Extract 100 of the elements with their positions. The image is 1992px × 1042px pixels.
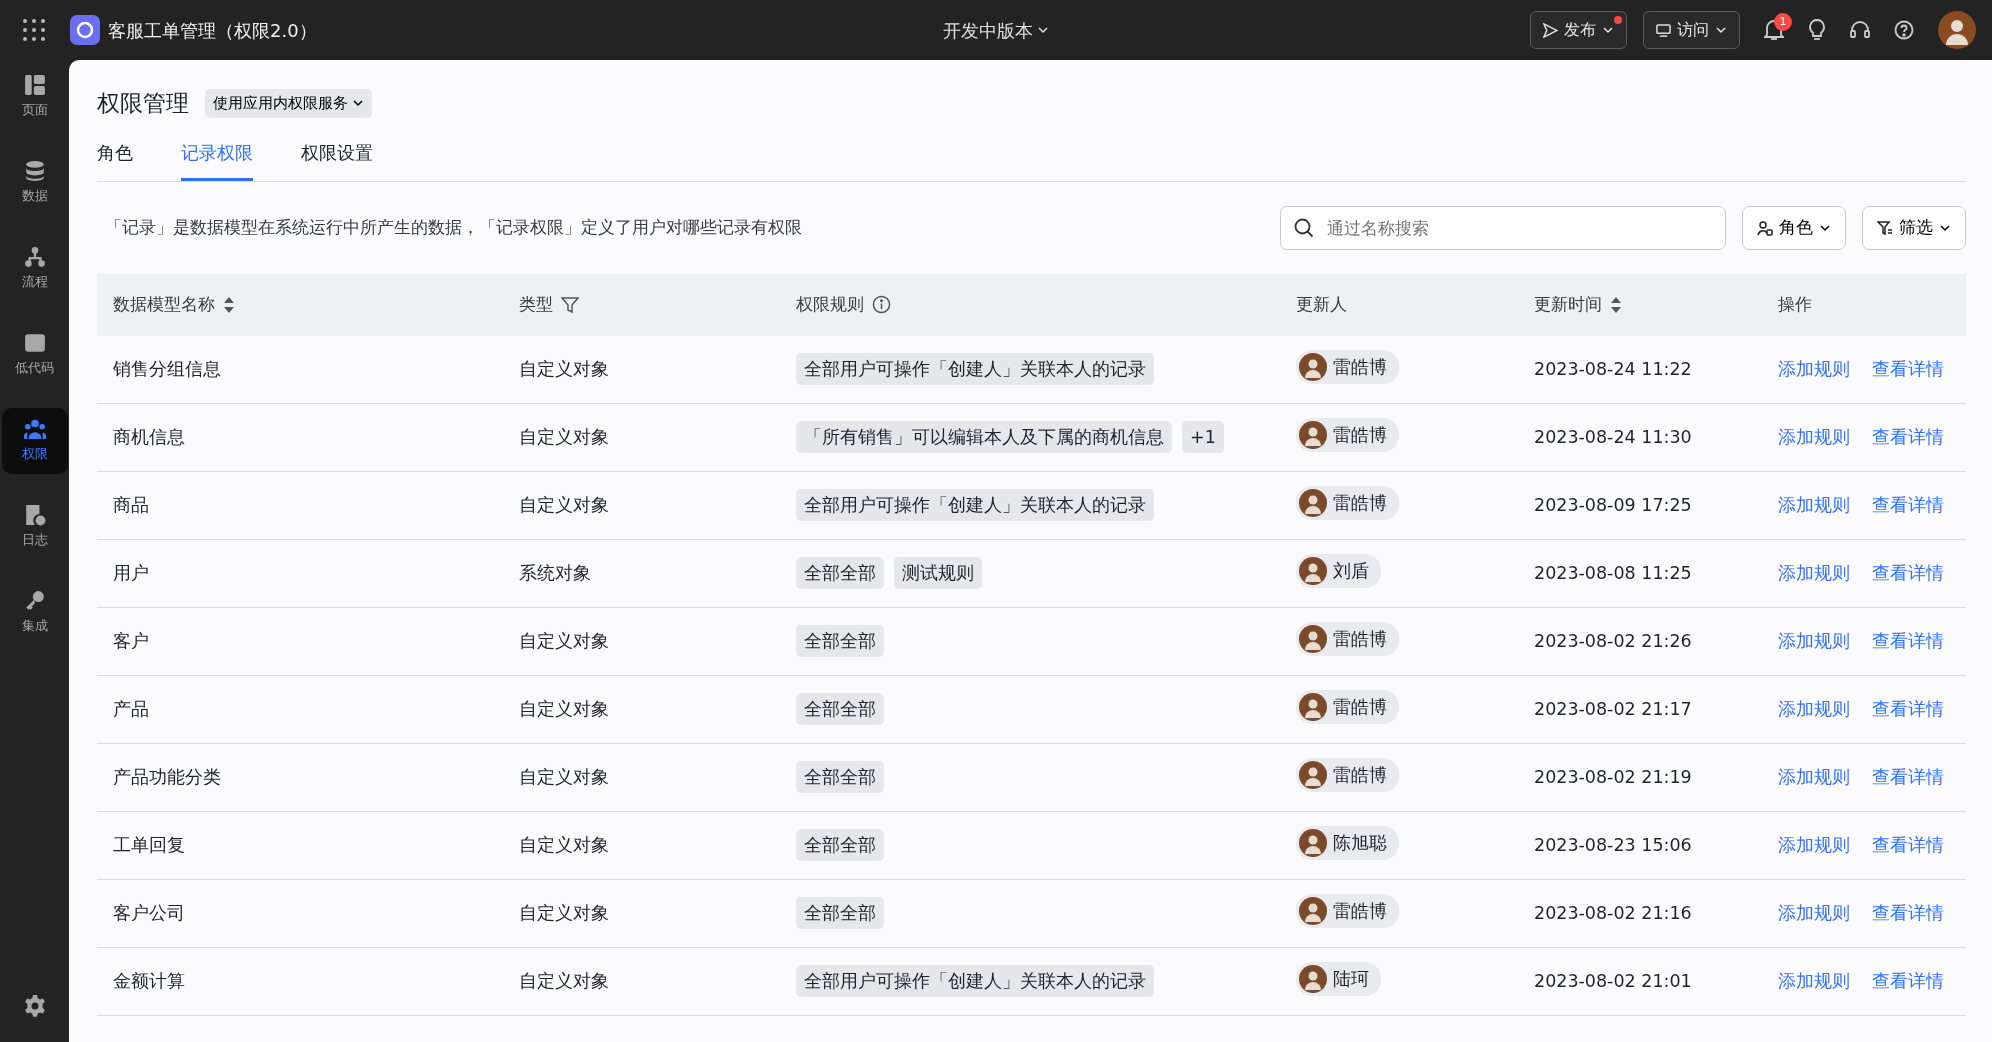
search-field[interactable]: 通过名称搜索 xyxy=(1280,205,1726,250)
action-link[interactable]: 查看详情 xyxy=(1872,562,1944,583)
version-menu[interactable]: 开发中版本 xyxy=(943,16,1049,44)
action-link[interactable]: 查看详情 xyxy=(1872,358,1944,379)
model-type: 自定义对象 xyxy=(519,834,609,855)
monitor-icon xyxy=(1656,22,1671,38)
user-avatar[interactable] xyxy=(1938,11,1976,49)
flow-icon xyxy=(23,246,46,269)
model-name: 产品功能分类 xyxy=(113,766,221,787)
avatar xyxy=(1299,828,1327,857)
updater-chip: 雷皓博 xyxy=(1296,689,1399,724)
filter-icon xyxy=(1877,219,1893,236)
model-type: 自定义对象 xyxy=(519,358,609,379)
sort-icon[interactable] xyxy=(223,295,235,314)
sidebar-item[interactable]: 流程 xyxy=(1,236,68,302)
people-icon xyxy=(23,418,46,441)
model-name: 客户公司 xyxy=(113,902,185,923)
sidebar-item[interactable]: 集成 xyxy=(1,580,68,646)
action-link[interactable]: 查看详情 xyxy=(1872,630,1944,651)
update-time: 2023-08-09 17:25 xyxy=(1534,494,1692,515)
chevron-down-icon xyxy=(1037,24,1049,36)
action-link[interactable]: 查看详情 xyxy=(1872,766,1944,787)
lightbulb-icon[interactable] xyxy=(1808,19,1826,41)
avatar xyxy=(1299,556,1327,585)
updater-chip: 陆珂 xyxy=(1296,961,1381,996)
sidebar-item[interactable]: 数据 xyxy=(1,150,68,216)
rule-tag: 全部全部 xyxy=(796,896,884,930)
avatar xyxy=(1299,420,1327,449)
model-name: 商品 xyxy=(113,494,149,515)
model-type: 自定义对象 xyxy=(519,630,609,651)
role-filter-button[interactable]: 角色 xyxy=(1742,205,1846,250)
action-link[interactable]: 添加规则 xyxy=(1778,426,1850,447)
updater-chip: 雷皓博 xyxy=(1296,349,1399,384)
update-time: 2023-08-24 11:30 xyxy=(1534,426,1692,447)
column-header: 更新时间 xyxy=(1534,292,1602,316)
person-icon xyxy=(1757,219,1773,236)
action-link[interactable]: 添加规则 xyxy=(1778,766,1850,787)
updater-chip: 雷皓博 xyxy=(1296,485,1399,520)
model-type: 自定义对象 xyxy=(519,698,609,719)
action-link[interactable]: 添加规则 xyxy=(1778,630,1850,651)
update-time: 2023-08-24 11:22 xyxy=(1534,358,1692,379)
sort-icon[interactable] xyxy=(1610,295,1622,314)
help-icon[interactable] xyxy=(1894,20,1914,40)
model-name: 金额计算 xyxy=(113,970,185,991)
column-header: 操作 xyxy=(1778,292,1812,316)
sidebar-item[interactable]: 日志 xyxy=(1,494,68,560)
update-time: 2023-08-08 11:25 xyxy=(1534,562,1692,583)
action-link[interactable]: 查看详情 xyxy=(1872,834,1944,855)
app-logo-icon xyxy=(70,15,100,45)
avatar xyxy=(1299,760,1327,789)
info-icon xyxy=(872,295,891,314)
model-name: 用户 xyxy=(113,562,149,583)
updater-chip: 雷皓博 xyxy=(1296,621,1399,656)
sidebar-item[interactable]: 权限 xyxy=(1,408,68,474)
updater-chip: 陈旭聪 xyxy=(1296,825,1399,860)
rule-tag: 全部用户可操作「创建人」关联本人的记录 xyxy=(796,964,1154,998)
service-dropdown[interactable]: 使用应用内权限服务 xyxy=(205,89,372,118)
visit-button[interactable]: 访问 xyxy=(1643,11,1740,49)
rule-tag: 全部用户可操作「创建人」关联本人的记录 xyxy=(796,352,1154,386)
action-link[interactable]: 添加规则 xyxy=(1778,834,1850,855)
update-time: 2023-08-02 21:01 xyxy=(1534,970,1692,991)
model-type: 自定义对象 xyxy=(519,426,609,447)
action-link[interactable]: 查看详情 xyxy=(1872,494,1944,515)
action-link[interactable]: 查看详情 xyxy=(1872,970,1944,991)
rule-tag: 全部全部 xyxy=(796,828,884,862)
bell-icon[interactable] xyxy=(1764,19,1784,41)
model-name: 产品 xyxy=(113,698,149,719)
action-link[interactable]: 添加规则 xyxy=(1778,698,1850,719)
rule-tag: 全部全部 xyxy=(796,556,884,590)
filter-icon[interactable] xyxy=(561,295,579,314)
action-link[interactable]: 添加规则 xyxy=(1778,358,1850,379)
column-header: 更新人 xyxy=(1296,292,1347,316)
key-icon xyxy=(23,590,46,613)
filter-button[interactable]: 筛选 xyxy=(1862,205,1966,250)
action-link[interactable]: 添加规则 xyxy=(1778,970,1850,991)
chevron-down-icon xyxy=(1602,24,1614,36)
action-link[interactable]: 查看详情 xyxy=(1872,902,1944,923)
model-type: 系统对象 xyxy=(519,562,591,583)
publish-button[interactable]: 发布 xyxy=(1530,11,1627,49)
headset-icon[interactable] xyxy=(1850,20,1870,40)
model-type: 自定义对象 xyxy=(519,766,609,787)
action-link[interactable]: 添加规则 xyxy=(1778,494,1850,515)
tab[interactable]: 权限设置 xyxy=(301,128,373,181)
model-name: 工单回复 xyxy=(113,834,185,855)
settings-icon[interactable] xyxy=(22,993,47,1018)
sidebar-item[interactable]: 低代码 xyxy=(1,322,68,388)
action-link[interactable]: 查看详情 xyxy=(1872,426,1944,447)
notification-count: 1 xyxy=(1774,13,1792,31)
updater-chip: 雷皓博 xyxy=(1296,893,1399,928)
action-link[interactable]: 添加规则 xyxy=(1778,902,1850,923)
log-icon xyxy=(23,504,46,527)
column-header: 类型 xyxy=(519,292,553,316)
action-link[interactable]: 添加规则 xyxy=(1778,562,1850,583)
tab[interactable]: 角色 xyxy=(97,128,133,181)
sidebar-item[interactable]: 页面 xyxy=(1,64,68,130)
tab[interactable]: 记录权限 xyxy=(181,128,253,181)
action-link[interactable]: 查看详情 xyxy=(1872,698,1944,719)
update-time: 2023-08-02 21:17 xyxy=(1534,698,1692,719)
model-name: 销售分组信息 xyxy=(113,358,221,379)
apps-grid-icon[interactable] xyxy=(22,18,46,42)
